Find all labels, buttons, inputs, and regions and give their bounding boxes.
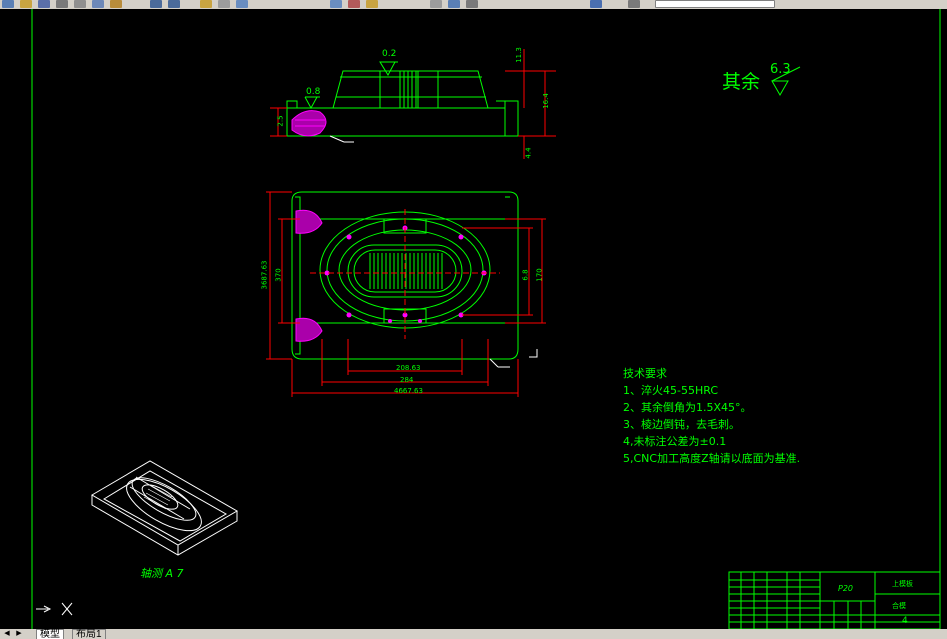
- dim-side-1: 11.3: [514, 47, 523, 63]
- text-icon[interactable]: [430, 0, 442, 8]
- roughness-symbol-top: [304, 61, 398, 110]
- roughness-rest-label: 其余: [722, 71, 761, 93]
- calc-icon[interactable]: [466, 0, 478, 8]
- dim-side-2: 2.5: [276, 115, 285, 127]
- dim-left-height-inner: 370: [274, 268, 283, 282]
- print-icon[interactable]: [56, 0, 68, 8]
- layer-dropdown[interactable]: [655, 0, 775, 8]
- dim-overall-width: 4667.63: [394, 387, 423, 395]
- zoom-icon[interactable]: [218, 0, 230, 8]
- save-icon[interactable]: [38, 0, 50, 8]
- cut-icon[interactable]: [74, 0, 86, 8]
- toolbar: [0, 0, 947, 9]
- tech-note-3: 3、棱边倒钝，去毛刺。: [623, 418, 740, 431]
- tech-note-heading: 技术要求: [623, 367, 667, 380]
- open-file-icon[interactable]: [20, 0, 32, 8]
- roughness-rest-value: 6.3: [770, 62, 791, 77]
- copy-icon[interactable]: [92, 0, 104, 8]
- tab-nav-prev-icon[interactable]: ◀: [2, 629, 12, 639]
- dim-right-height-inner: 6.8: [521, 269, 530, 281]
- drawing-canvas[interactable]: 208.63 284 4667.63 3687.63 370 6.8 170 1…: [0, 9, 947, 629]
- tech-notes: 技术要求 1、淬火45-55HRC 2、其余倒角为1.5X45°。 3、棱边倒钝…: [623, 365, 800, 467]
- pan-icon[interactable]: [200, 0, 212, 8]
- tech-note-4: 4,未标注公差为±0.1: [623, 435, 727, 448]
- roughness-top-value-2: 0.8: [306, 87, 321, 97]
- plan-hatch-top: [295, 209, 323, 234]
- tech-note-5: 5,CNC加工高度Z轴请以底面为基准.: [623, 452, 801, 465]
- zoom-window-icon[interactable]: [236, 0, 248, 8]
- redo-icon[interactable]: [168, 0, 180, 8]
- iso-boss: [126, 478, 202, 532]
- table-icon[interactable]: [448, 0, 460, 8]
- dim-left-height-outer: 3687.63: [260, 260, 269, 290]
- tab-model[interactable]: 模型: [36, 629, 64, 639]
- title-block-scale: P20: [838, 584, 854, 593]
- undo-icon[interactable]: [150, 0, 162, 8]
- layer-state-icon[interactable]: [628, 0, 640, 8]
- tech-note-1: 1、淬火45-55HRC: [623, 384, 719, 397]
- tab-nav-next-icon[interactable]: ▶: [14, 629, 24, 639]
- pocket-grooves: [369, 253, 443, 289]
- tab-layout1[interactable]: 布局1: [72, 629, 106, 639]
- roughness-top-value: 0.2: [382, 49, 397, 59]
- title-block-title: 上模板: [892, 580, 913, 588]
- drawing-svg[interactable]: [0, 9, 947, 629]
- ucs-icon: [36, 602, 73, 616]
- dim-side-3: 4.4: [524, 147, 533, 159]
- front-hatch: [291, 110, 327, 137]
- dim-top-width: 208.63: [396, 364, 421, 372]
- paste-icon[interactable]: [110, 0, 122, 8]
- layer-icon[interactable]: [590, 0, 602, 8]
- dim-mid-width: 284: [400, 376, 414, 384]
- layout-tabs: ◀ ▶ 模型 布局1: [0, 629, 947, 639]
- properties-icon[interactable]: [330, 0, 342, 8]
- tech-note-2: 2、其余倒角为1.5X45°。: [623, 401, 752, 414]
- design-center-icon[interactable]: [348, 0, 360, 8]
- title-block-sheet: 4: [902, 616, 908, 626]
- tool-palette-icon[interactable]: [366, 0, 378, 8]
- roughness-rest-symbol: [771, 80, 789, 97]
- title-block-material: 合模: [892, 602, 906, 610]
- dim-right-height-outer: 170: [535, 268, 544, 282]
- iso-view-label: 轴测 A 7: [140, 567, 184, 580]
- new-file-icon[interactable]: [2, 0, 14, 8]
- plan-hatch-bottom: [295, 317, 323, 342]
- dim-side-4: 16.4: [541, 93, 550, 109]
